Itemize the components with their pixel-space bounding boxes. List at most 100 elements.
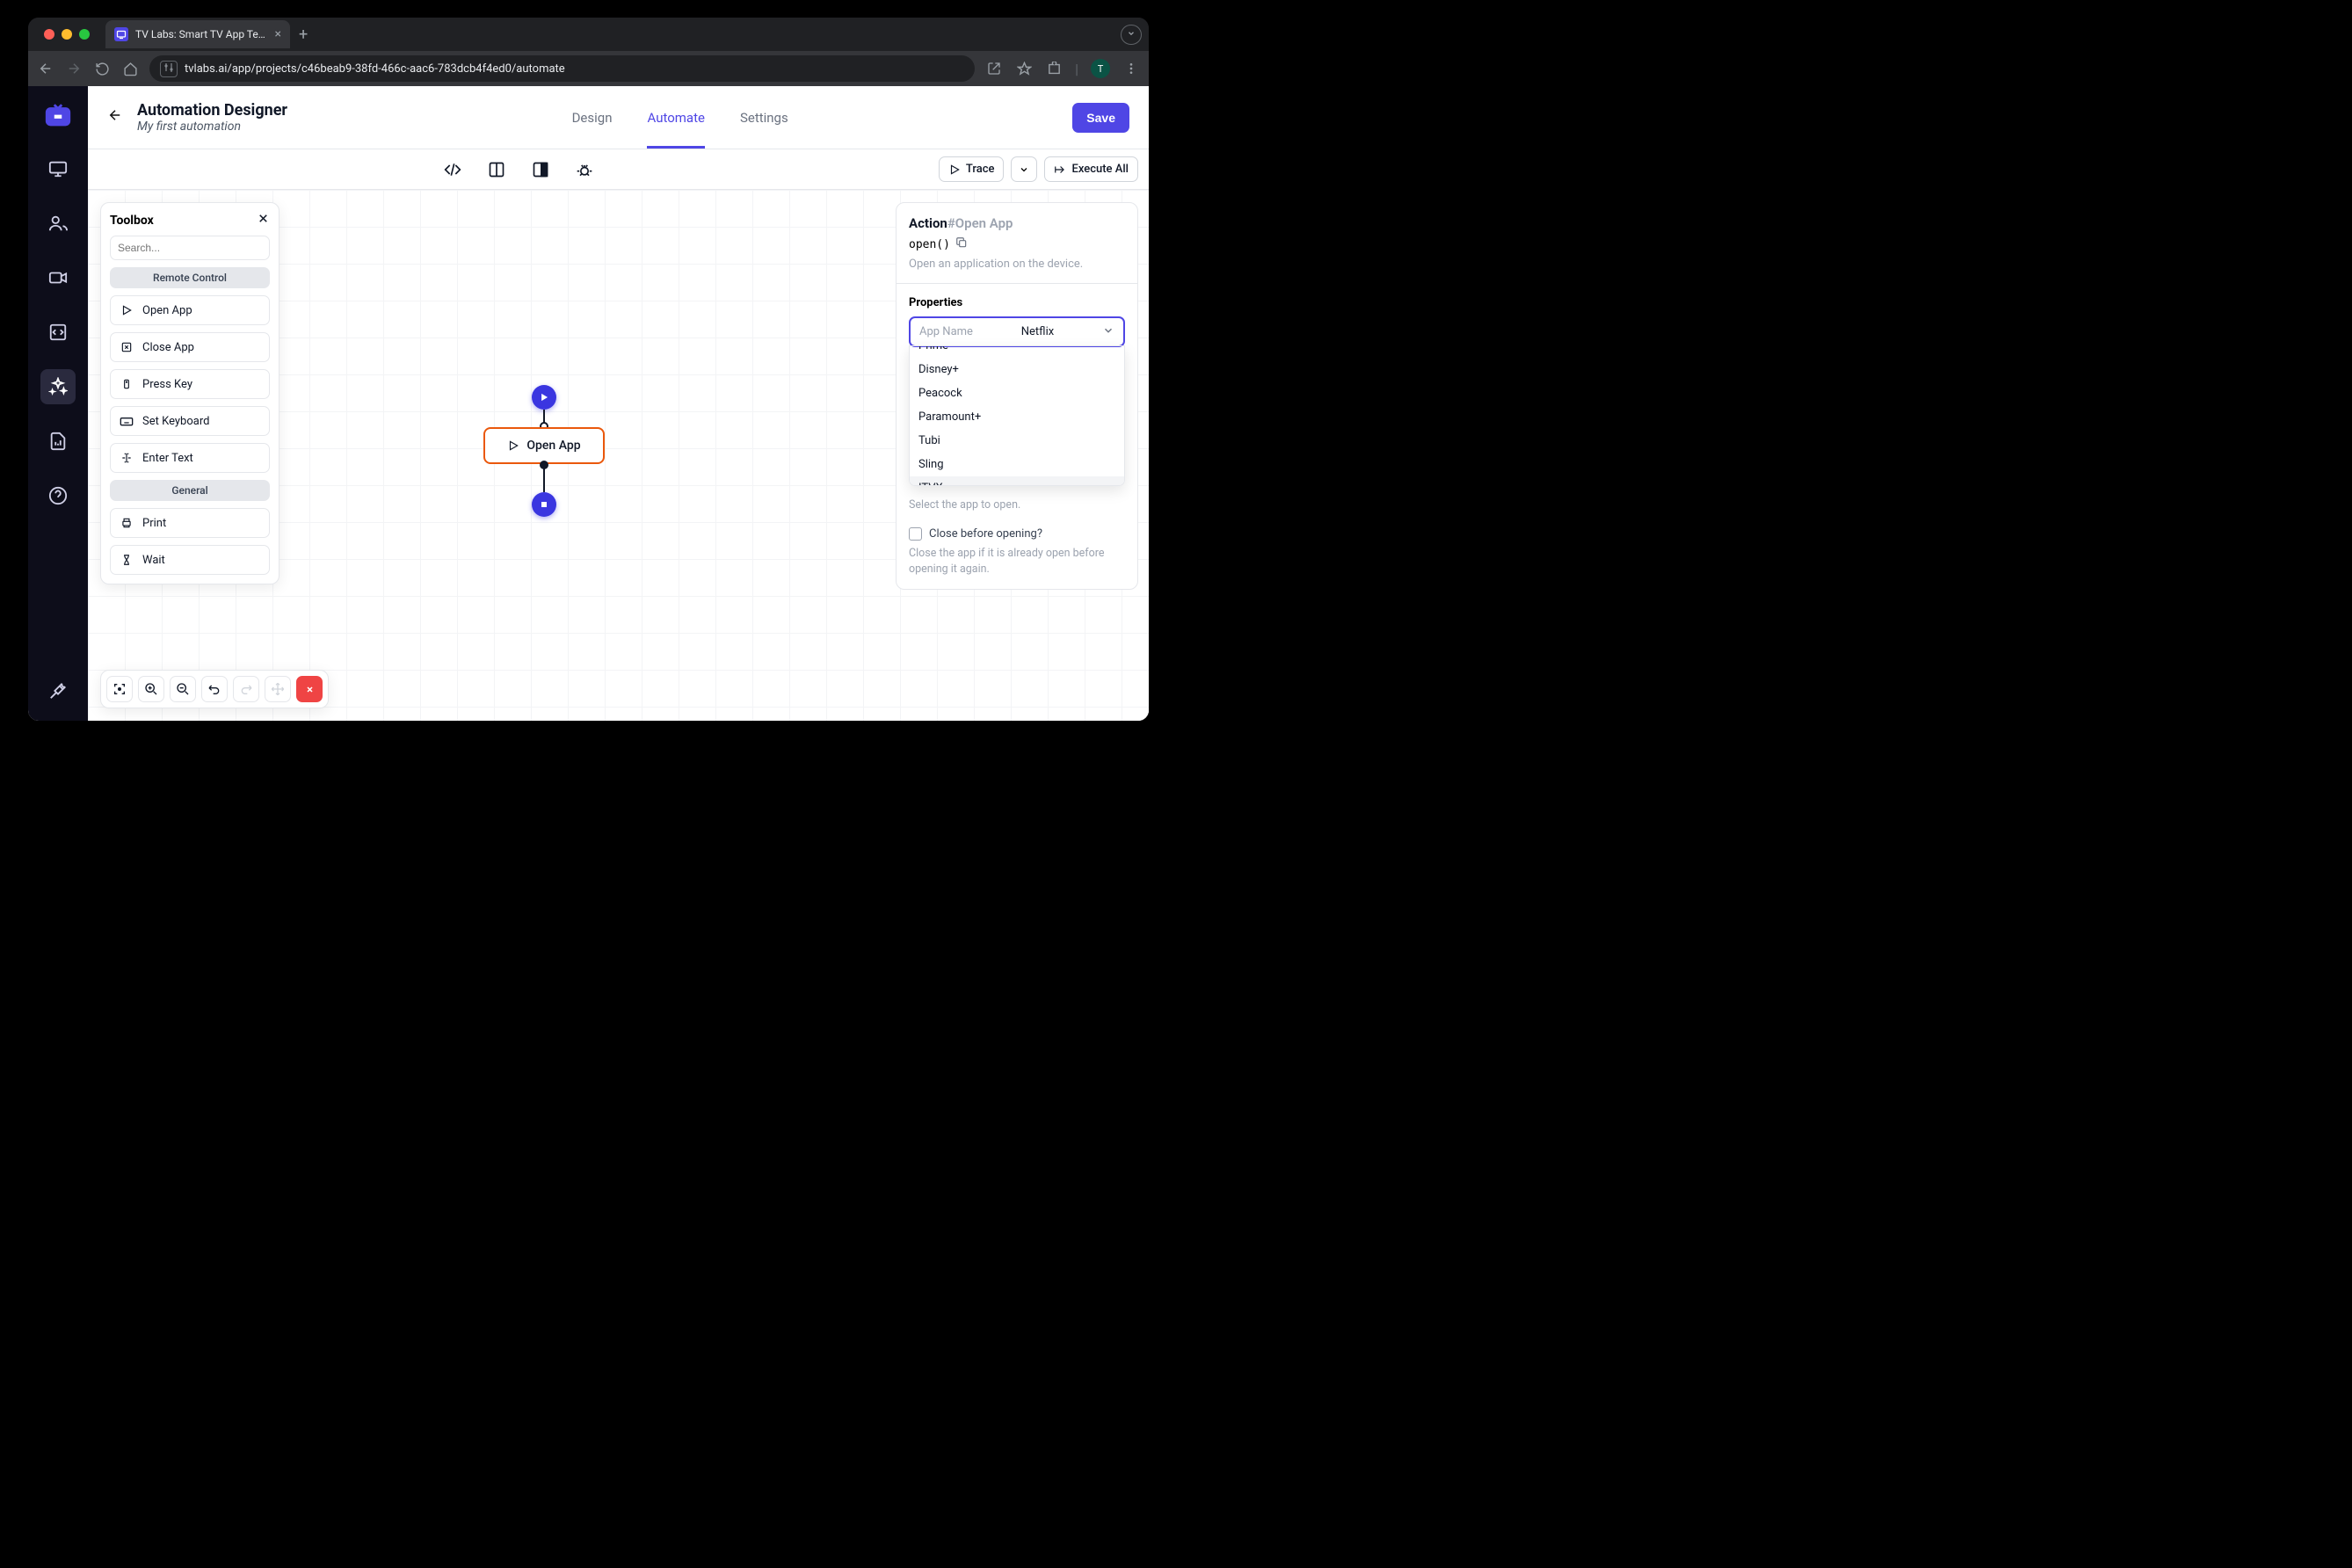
minimize-window-button[interactable]: [62, 29, 72, 40]
code-view-icon[interactable]: [440, 157, 465, 182]
url-text: tvlabs.ai/app/projects/c46beab9-38fd-466…: [185, 62, 565, 76]
bug-icon[interactable]: [572, 157, 597, 182]
tab-favicon-icon: [114, 27, 128, 41]
app-content: Automation Designer My first automation …: [28, 86, 1149, 721]
toolbox-close-icon[interactable]: [257, 212, 270, 229]
trace-label: Trace: [966, 163, 995, 176]
tab-close-icon[interactable]: ×: [275, 27, 281, 41]
rail-video-icon[interactable]: [40, 260, 76, 295]
tool-open-app[interactable]: Open App: [110, 295, 270, 325]
tool-label: Set Keyboard: [142, 415, 209, 428]
toolbox-search-input[interactable]: [110, 236, 270, 260]
rail-sparkle-icon[interactable]: [40, 369, 76, 404]
text-cursor-icon: [120, 451, 134, 465]
checkbox-icon: [909, 527, 922, 541]
browser-tab[interactable]: TV Labs: Smart TV App Testin ×: [105, 20, 290, 48]
address-bar: tvlabs.ai/app/projects/c46beab9-38fd-466…: [28, 51, 1149, 86]
tab-bar: TV Labs: Smart TV App Testin × +: [28, 18, 1149, 51]
profile-avatar[interactable]: T: [1091, 59, 1110, 78]
action-node-open-app[interactable]: Open App: [483, 427, 605, 464]
props-title-suffix: #Open App: [947, 215, 1013, 231]
header-tabs: Design Automate Settings: [301, 86, 1058, 149]
keyboard-icon: [120, 414, 134, 428]
rail-users-icon[interactable]: [40, 206, 76, 241]
tool-enter-text[interactable]: Enter Text: [110, 443, 270, 473]
panel-right-icon[interactable]: [528, 157, 553, 182]
play-icon: [120, 303, 134, 317]
dropdown-option[interactable]: Prime: [910, 345, 1124, 358]
url-input[interactable]: tvlabs.ai/app/projects/c46beab9-38fd-466…: [149, 55, 975, 82]
help-text-select: Select the app to open.: [909, 498, 1125, 512]
tool-label: Wait: [142, 554, 165, 567]
tool-label: Open App: [142, 304, 192, 317]
trace-dropdown-button[interactable]: [1011, 156, 1037, 182]
save-button[interactable]: Save: [1072, 103, 1129, 133]
dropdown-option[interactable]: Tubi: [910, 429, 1124, 453]
props-title: Action#Open App: [909, 215, 1125, 231]
nav-rail: [28, 86, 88, 721]
chevron-down-icon: [1102, 324, 1114, 339]
rail-file-icon[interactable]: [40, 424, 76, 459]
fit-view-icon[interactable]: [106, 676, 133, 702]
tool-press-key[interactable]: Press Key: [110, 369, 270, 399]
toolbox-section-general: General: [110, 480, 270, 501]
tab-overflow-button[interactable]: [1121, 25, 1142, 45]
new-tab-button[interactable]: +: [290, 25, 316, 44]
tab-settings[interactable]: Settings: [740, 86, 788, 149]
open-external-icon[interactable]: [985, 60, 1003, 77]
close-before-opening-checkbox[interactable]: Close before opening?: [909, 527, 1125, 541]
delete-icon[interactable]: [296, 676, 323, 702]
app-name-value: Netflix: [980, 325, 1095, 338]
dropdown-option[interactable]: Paramount+: [910, 405, 1124, 429]
dropdown-option[interactable]: Peacock: [910, 381, 1124, 405]
nav-forward-button[interactable]: [65, 60, 83, 77]
undo-icon[interactable]: [201, 676, 228, 702]
reload-button[interactable]: [93, 60, 111, 77]
copy-icon[interactable]: [955, 236, 968, 252]
page-subtitle: My first automation: [137, 120, 287, 134]
tool-label: Close App: [142, 341, 194, 354]
nav-back-button[interactable]: [37, 60, 54, 77]
end-node[interactable]: [532, 492, 556, 517]
page-header: Automation Designer My first automation …: [88, 86, 1149, 149]
tool-print[interactable]: Print: [110, 508, 270, 538]
app-name-dropdown: Prime Disney+ Peacock Paramount+ Tubi Sl…: [909, 345, 1125, 486]
bookmark-icon[interactable]: [1015, 60, 1033, 77]
tool-wait[interactable]: Wait: [110, 545, 270, 575]
rail-help-icon[interactable]: [40, 478, 76, 513]
home-button[interactable]: [121, 60, 139, 77]
move-icon[interactable]: [265, 676, 291, 702]
app-name-select[interactable]: App Name Netflix: [909, 316, 1125, 347]
split-view-icon[interactable]: [484, 157, 509, 182]
dropdown-option[interactable]: Sling: [910, 453, 1124, 476]
props-description: Open an application on the device.: [909, 258, 1125, 271]
checkbox-label: Close before opening?: [929, 527, 1042, 541]
execute-all-label: Execute All: [1071, 163, 1129, 176]
zoom-out-icon[interactable]: [170, 676, 196, 702]
close-window-button[interactable]: [44, 29, 54, 40]
tool-close-app[interactable]: Close App: [110, 332, 270, 362]
back-arrow-icon[interactable]: [107, 107, 123, 127]
browser-menu-icon[interactable]: [1122, 60, 1140, 77]
maximize-window-button[interactable]: [79, 29, 90, 40]
site-settings-icon[interactable]: [160, 61, 178, 77]
rail-monitor-icon[interactable]: [40, 151, 76, 186]
tab-design[interactable]: Design: [572, 86, 613, 149]
tab-automate[interactable]: Automate: [647, 86, 704, 149]
zoom-in-icon[interactable]: [138, 676, 164, 702]
redo-icon[interactable]: [233, 676, 259, 702]
extensions-icon[interactable]: [1045, 60, 1063, 77]
tab-title: TV Labs: Smart TV App Testin: [135, 28, 268, 40]
tool-label: Enter Text: [142, 452, 193, 465]
dropdown-option[interactable]: Disney+: [910, 358, 1124, 381]
dropdown-option[interactable]: ITVX: [910, 476, 1124, 486]
trace-button[interactable]: Trace: [939, 156, 1005, 182]
rail-tools-icon[interactable]: [40, 673, 76, 708]
tool-set-keyboard[interactable]: Set Keyboard: [110, 406, 270, 436]
execute-all-button[interactable]: Execute All: [1044, 156, 1138, 182]
canvas-workspace[interactable]: Open App Toolbox Remote Contr: [88, 190, 1149, 721]
start-node[interactable]: [532, 385, 556, 410]
rail-code-icon[interactable]: [40, 315, 76, 350]
app-logo-icon[interactable]: [42, 100, 74, 132]
hourglass-icon: [120, 553, 134, 567]
